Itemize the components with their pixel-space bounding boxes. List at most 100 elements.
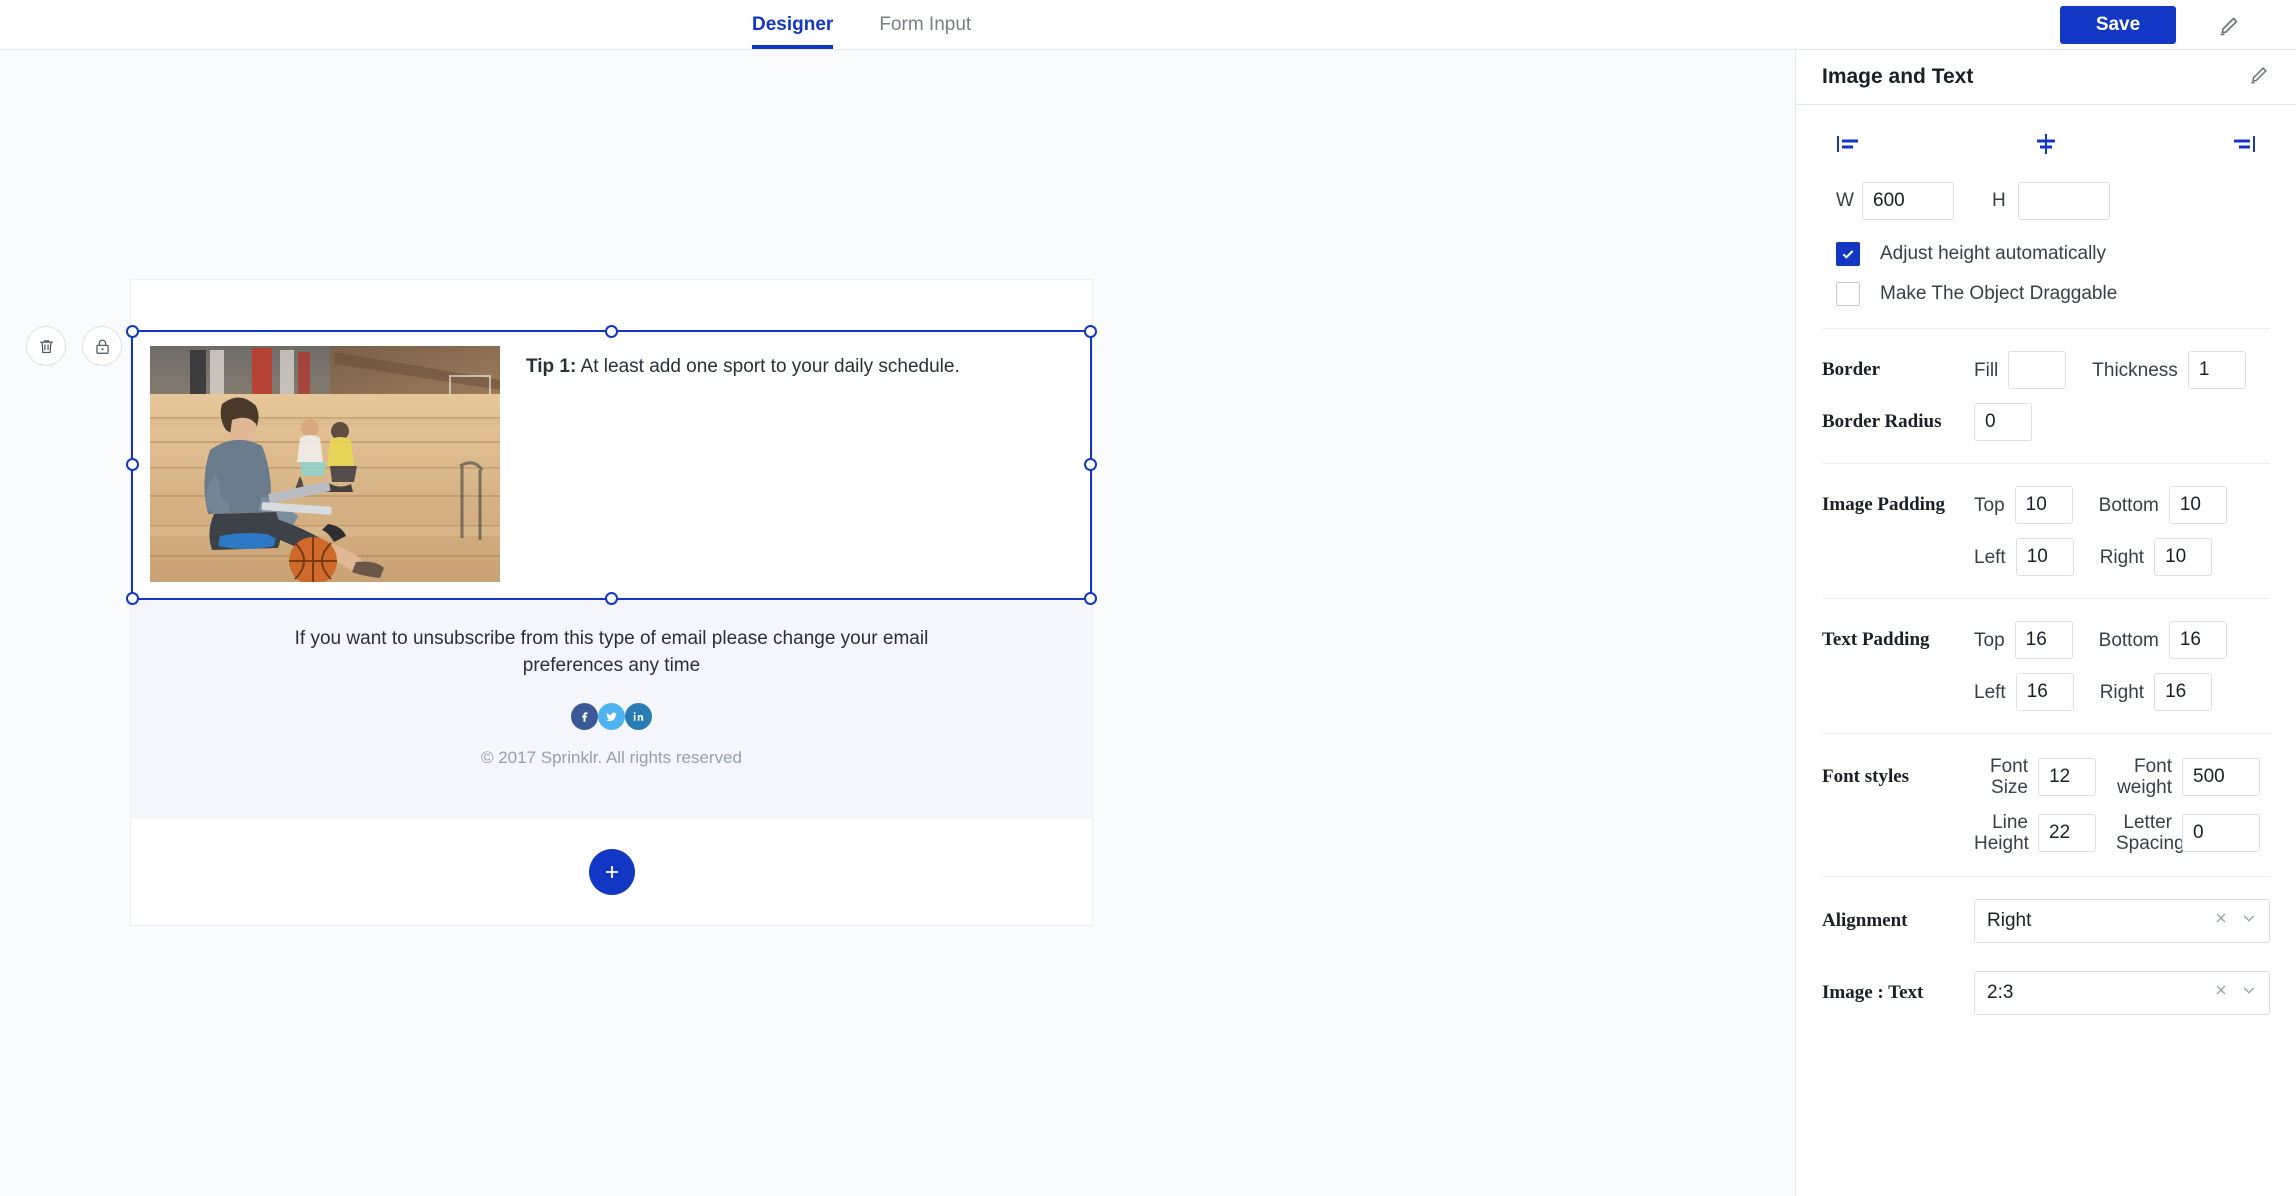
design-canvas[interactable]: 600 * 370 bbox=[0, 50, 1795, 1196]
height-label: H bbox=[1992, 190, 2006, 211]
twitter-icon[interactable] bbox=[598, 703, 625, 730]
image-padding-bottom-field: Bottom bbox=[2099, 486, 2227, 524]
resize-handle-bottom-left[interactable] bbox=[126, 592, 139, 605]
align-right-icon[interactable] bbox=[2230, 134, 2256, 159]
border-radius-input[interactable] bbox=[1974, 403, 2032, 441]
border-fill-label: Fill bbox=[1974, 359, 1999, 381]
border-radius-row: Border Radius bbox=[1822, 403, 2270, 441]
resize-handle-top-center[interactable] bbox=[604, 325, 618, 338]
image-padding-label: Image Padding bbox=[1822, 494, 1945, 515]
font-weight-label: Font weight bbox=[2117, 756, 2172, 798]
image-padding-right-input[interactable] bbox=[2154, 538, 2213, 576]
font-weight-input[interactable] bbox=[2182, 758, 2260, 796]
image-padding-bottom-label: Bottom bbox=[2098, 494, 2159, 516]
alignment-label: Alignment bbox=[1822, 910, 1908, 931]
image-padding-left-input[interactable] bbox=[2015, 538, 2074, 576]
divider bbox=[1822, 733, 2270, 734]
font-size-field: Font Size bbox=[1974, 756, 2096, 798]
size-row: W H bbox=[1822, 182, 2270, 220]
chevron-down-icon[interactable] bbox=[2241, 982, 2257, 1004]
image-padding-row-2: Left Right bbox=[1822, 538, 2270, 576]
height-input[interactable] bbox=[2018, 182, 2110, 220]
align-left-icon[interactable] bbox=[1836, 134, 1862, 159]
pencil-icon[interactable] bbox=[2248, 64, 2270, 91]
make-draggable-checkbox[interactable] bbox=[1836, 282, 1860, 306]
delete-block-button[interactable] bbox=[26, 326, 66, 366]
font-size-label: Font Size bbox=[1989, 756, 2028, 798]
letter-spacing-input[interactable] bbox=[2182, 814, 2260, 852]
text-padding-row-1: Text Padding Top Bottom bbox=[1822, 621, 2270, 659]
text-padding-bottom-input[interactable] bbox=[2168, 621, 2227, 659]
text-padding-right-label: Right bbox=[2099, 681, 2145, 703]
width-input[interactable] bbox=[1862, 182, 1954, 220]
width-label: W bbox=[1836, 190, 1854, 211]
text-padding-bottom-label: Bottom bbox=[2098, 629, 2159, 651]
image-padding-bottom-input[interactable] bbox=[2168, 486, 2227, 524]
border-fill-input[interactable] bbox=[2008, 351, 2067, 389]
divider bbox=[1822, 328, 2270, 329]
border-thickness-input[interactable] bbox=[2187, 351, 2246, 389]
image-padding-row-1: Image Padding Top Bottom bbox=[1822, 486, 2270, 524]
resize-handle-middle-left[interactable] bbox=[126, 458, 139, 471]
image-text-ratio-select[interactable]: 2:3 bbox=[1974, 971, 2270, 1015]
border-label: Border bbox=[1822, 359, 1881, 380]
divider bbox=[1822, 463, 2270, 464]
text-padding-left-field: Left bbox=[1974, 673, 2074, 711]
resize-handle-bottom-center[interactable] bbox=[604, 592, 618, 605]
linkedin-icon[interactable] bbox=[625, 703, 652, 730]
line-height-label: Line Height bbox=[1974, 812, 2029, 854]
tab-designer[interactable]: Designer bbox=[752, 0, 834, 49]
border-radius-label: Border Radius bbox=[1822, 411, 1942, 432]
alignment-value: Right bbox=[1987, 910, 2032, 931]
image-padding-top-input[interactable] bbox=[2014, 486, 2073, 524]
text-padding-top-input[interactable] bbox=[2014, 621, 2073, 659]
letter-spacing-field: Letter Spacing bbox=[2116, 812, 2260, 854]
resize-handle-top-right[interactable] bbox=[1084, 325, 1097, 338]
draggable-row: Make The Object Draggable bbox=[1822, 282, 2270, 306]
add-block-button[interactable] bbox=[588, 848, 635, 895]
image-text-ratio-value: 2:3 bbox=[1987, 982, 2014, 1003]
block-image[interactable] bbox=[150, 346, 500, 582]
block-text-body: At least add one sport to your daily sch… bbox=[576, 356, 960, 377]
border-thickness-label: Thickness bbox=[2092, 359, 2178, 381]
top-bar: Designer Form Input Save bbox=[0, 0, 2296, 50]
text-padding-left-input[interactable] bbox=[2015, 673, 2074, 711]
clear-icon[interactable] bbox=[2213, 982, 2229, 1004]
image-padding-right-field: Right bbox=[2099, 538, 2213, 576]
resize-handle-top-left[interactable] bbox=[126, 325, 139, 338]
image-and-text-block[interactable]: Tip 1: At least add one sport to your da… bbox=[131, 330, 1092, 600]
text-padding-right-input[interactable] bbox=[2154, 673, 2213, 711]
resize-handle-bottom-right[interactable] bbox=[1084, 592, 1097, 605]
resize-handle-middle-right[interactable] bbox=[1084, 458, 1097, 471]
block-text-prefix: Tip 1: bbox=[526, 356, 577, 377]
chevron-down-icon[interactable] bbox=[2241, 910, 2257, 932]
image-text-ratio-row: Image : Text 2:3 bbox=[1822, 971, 2270, 1015]
lock-block-button[interactable] bbox=[82, 326, 122, 366]
panel-body: W H Adjust height automatically Make The… bbox=[1796, 105, 2296, 1015]
email-footer-block[interactable]: If you want to unsubscribe from this typ… bbox=[131, 600, 1092, 818]
image-padding-top-field: Top bbox=[1974, 486, 2073, 524]
alignment-select[interactable]: Right bbox=[1974, 899, 2270, 943]
letter-spacing-label: Letter Spacing bbox=[2116, 812, 2185, 854]
block-text[interactable]: Tip 1: At least add one sport to your da… bbox=[500, 330, 1092, 600]
text-padding-bottom-field: Bottom bbox=[2099, 621, 2227, 659]
adjust-height-checkbox[interactable] bbox=[1836, 242, 1860, 266]
facebook-icon[interactable] bbox=[571, 703, 598, 730]
adjust-height-label: Adjust height automatically bbox=[1880, 243, 2107, 264]
line-height-input[interactable] bbox=[2038, 814, 2096, 852]
pencil-icon[interactable] bbox=[2217, 14, 2241, 38]
align-center-icon[interactable] bbox=[2033, 133, 2059, 160]
save-button[interactable]: Save bbox=[2060, 6, 2176, 44]
tab-form-input[interactable]: Form Input bbox=[879, 0, 971, 49]
border-thickness-field: Thickness bbox=[2092, 351, 2246, 389]
image-padding-right-label: Right bbox=[2099, 546, 2145, 568]
image-padding-left-field: Left bbox=[1974, 538, 2074, 576]
alignment-icon-row bbox=[1822, 105, 2270, 182]
clear-icon[interactable] bbox=[2213, 910, 2229, 932]
properties-panel: Image and Text W 600 H Adjust height aut… bbox=[1795, 50, 2296, 1196]
font-size-input[interactable] bbox=[2038, 758, 2096, 796]
text-padding-left-label: Left bbox=[1974, 681, 2006, 703]
text-padding-label: Text Padding bbox=[1822, 629, 1930, 650]
make-draggable-label: Make The Object Draggable bbox=[1880, 283, 2118, 304]
unsubscribe-text: If you want to unsubscribe from this typ… bbox=[294, 628, 929, 676]
